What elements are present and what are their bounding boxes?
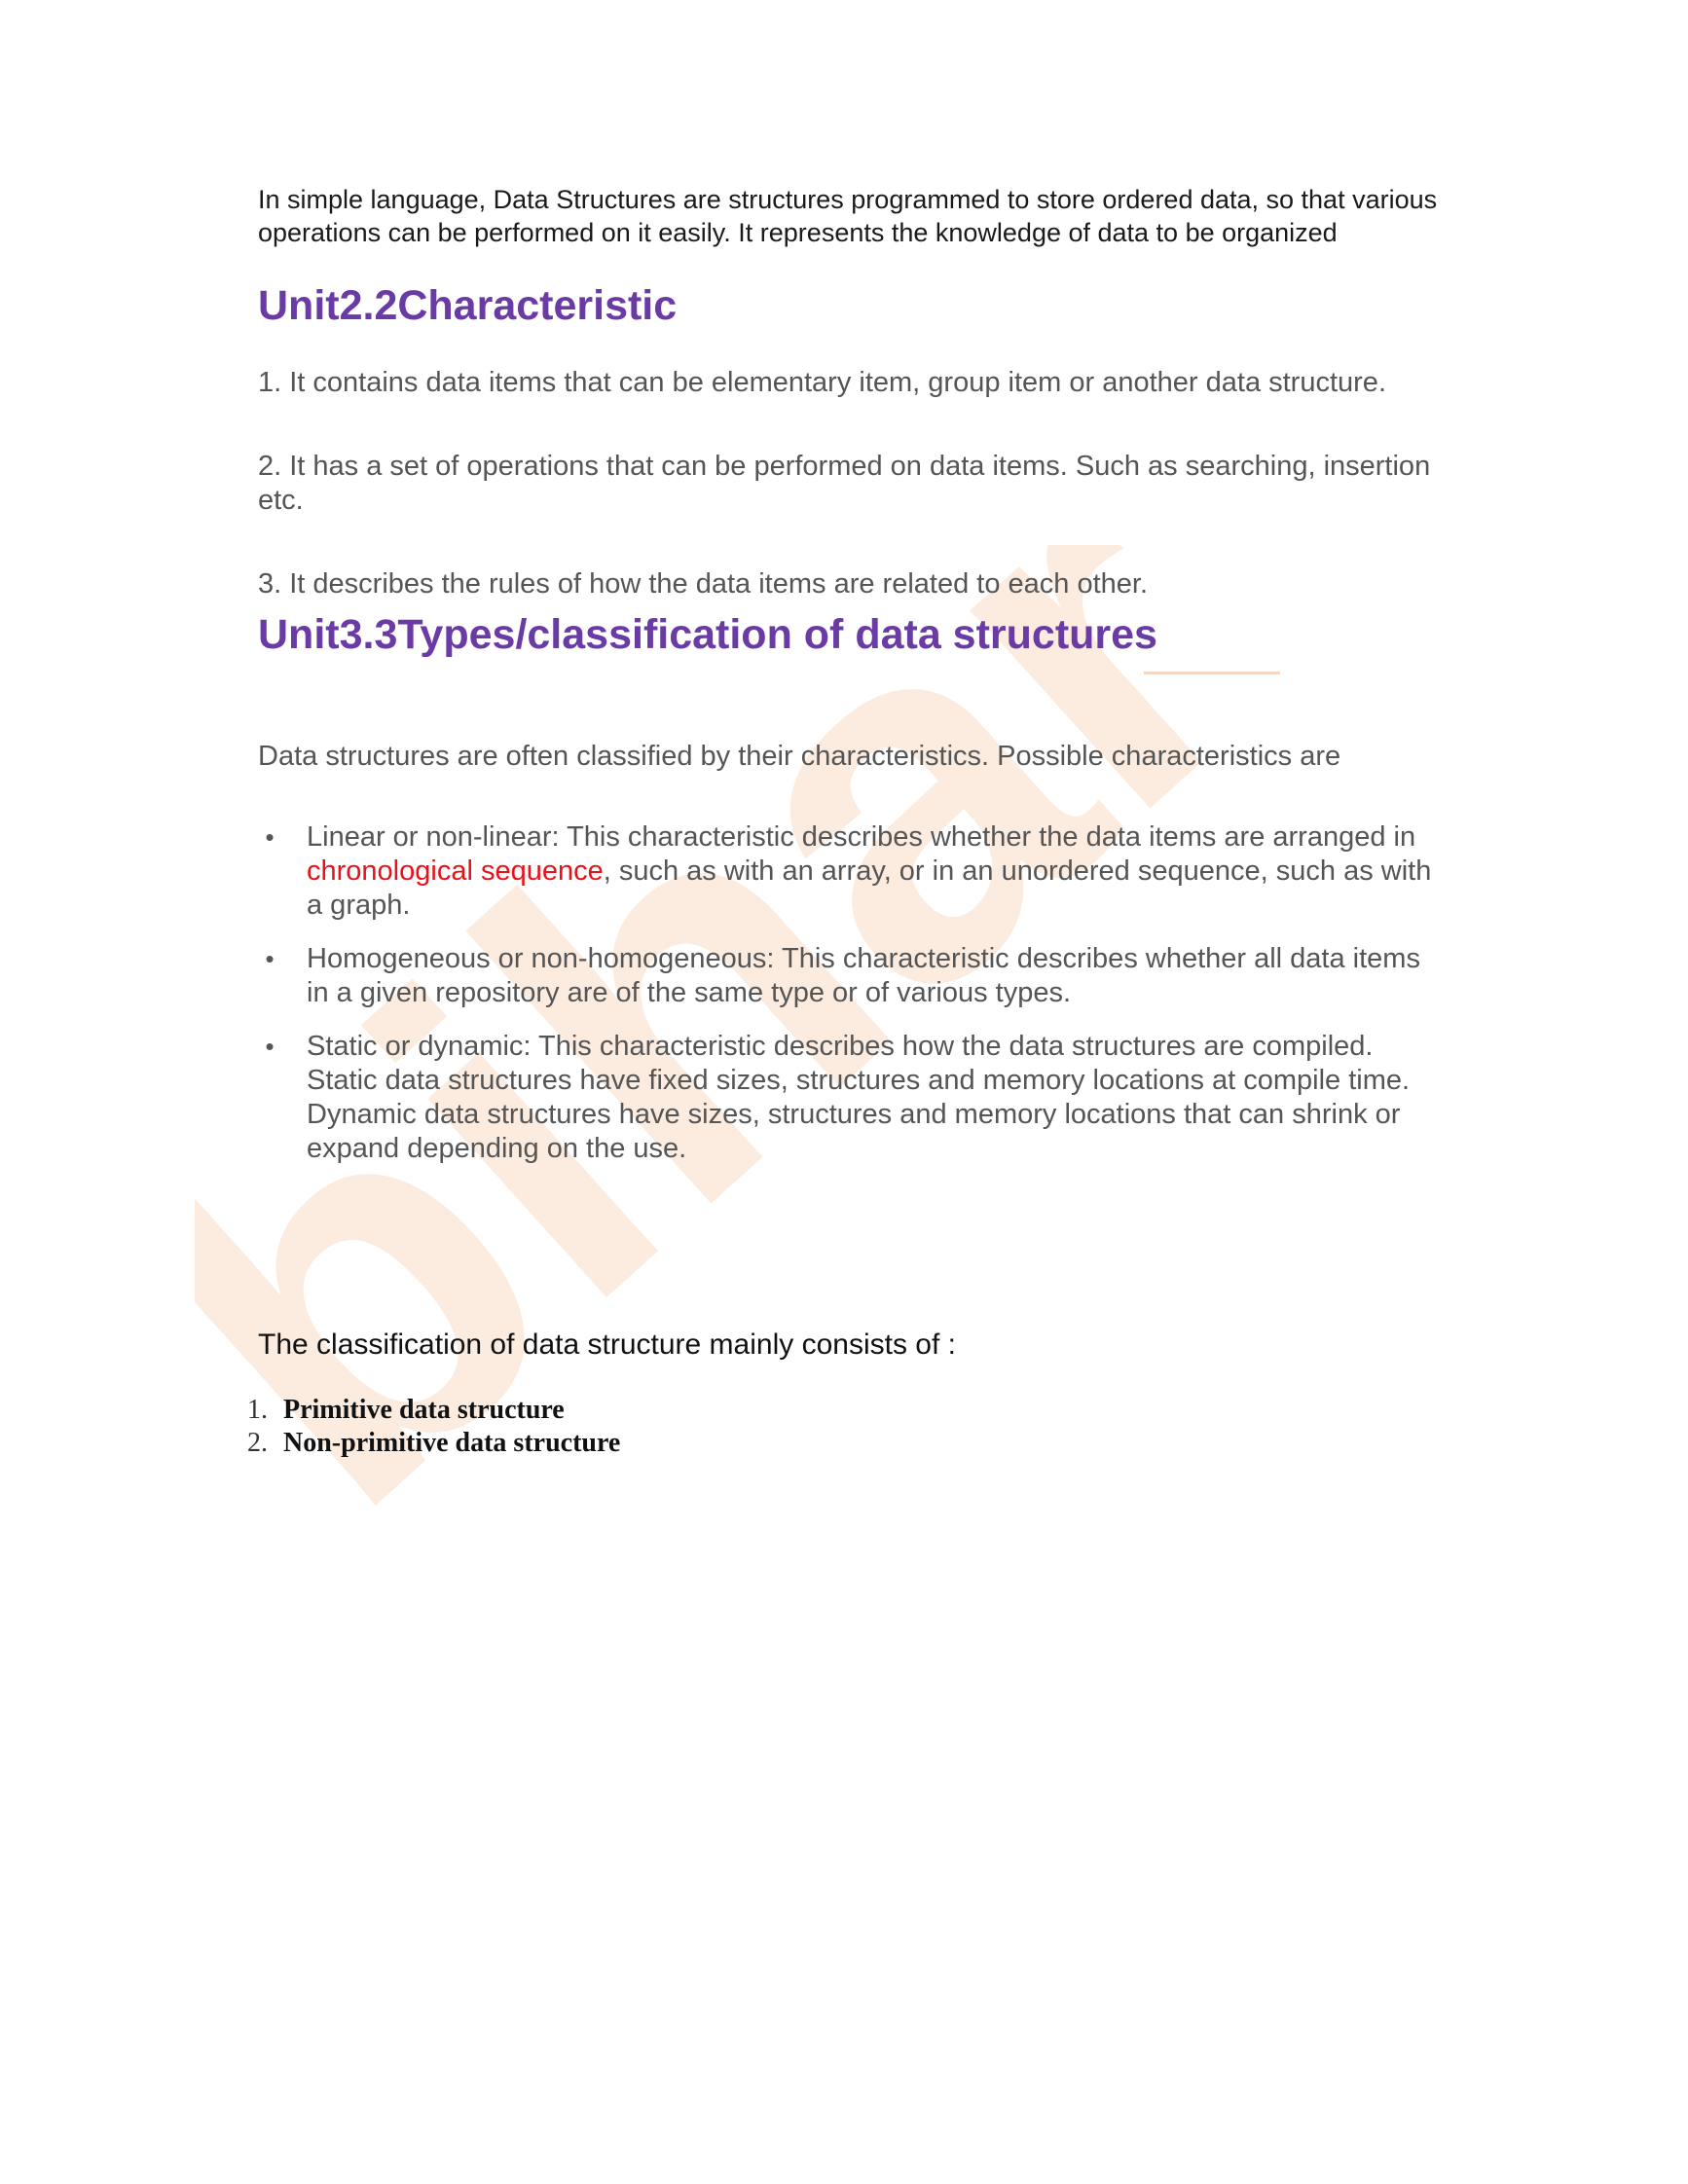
classified-intro: Data structures are often classified by …	[258, 741, 1341, 772]
bullet-dot: •	[265, 944, 275, 973]
list-item-static: • Static or dynamic: This characteristic…	[258, 1030, 1446, 1166]
list-item-primitive: 1. Primitive data structure	[247, 1394, 1446, 1427]
document-page: bihar In simple language, Data Structure…	[0, 0, 1688, 2184]
characteristic-2: 2. It has a set of operations that can b…	[258, 451, 1431, 516]
list-item-homogeneous: • Homogeneous or non-homogeneous: This c…	[258, 942, 1446, 1010]
heading-types: Unit3.3Types/classification of data stru…	[258, 611, 1157, 658]
non-primitive-label: Non-primitive data structure	[283, 1428, 621, 1458]
characteristic-3: 3. It describes the rules of how the dat…	[258, 568, 1149, 600]
heading-characteristic: Unit2.2Characteristic	[258, 282, 678, 329]
list-item-non-primitive: 2. Non-primitive data structure	[247, 1427, 1446, 1460]
list-number: 2.	[247, 1428, 268, 1458]
linear-text-before: Linear or non-linear: This characteristi…	[307, 821, 1416, 853]
characteristics-list: • Linear or non-linear: This characteris…	[258, 820, 1446, 1166]
classification-consists: The classification of data structure mai…	[258, 1329, 956, 1361]
types-list: 1. Primitive data structure 2. Non-primi…	[247, 1394, 1446, 1460]
list-item-linear: • Linear or non-linear: This characteris…	[258, 820, 1446, 923]
homogeneous-text: Homogeneous or non-homogeneous: This cha…	[307, 943, 1420, 1008]
chronological-sequence-link[interactable]: chronological sequence	[307, 855, 604, 887]
document-content: In simple language, Data Structures are …	[247, 183, 1446, 1460]
static-text: Static or dynamic: This characteristic d…	[307, 1031, 1411, 1164]
list-number: 1.	[247, 1395, 268, 1425]
bullet-dot: •	[265, 1032, 275, 1061]
characteristic-1: 1. It contains data items that can be el…	[258, 367, 1386, 398]
intro-paragraph: In simple language, Data Structures are …	[258, 185, 1438, 247]
primitive-label: Primitive data structure	[283, 1395, 565, 1425]
bullet-dot: •	[265, 822, 275, 852]
